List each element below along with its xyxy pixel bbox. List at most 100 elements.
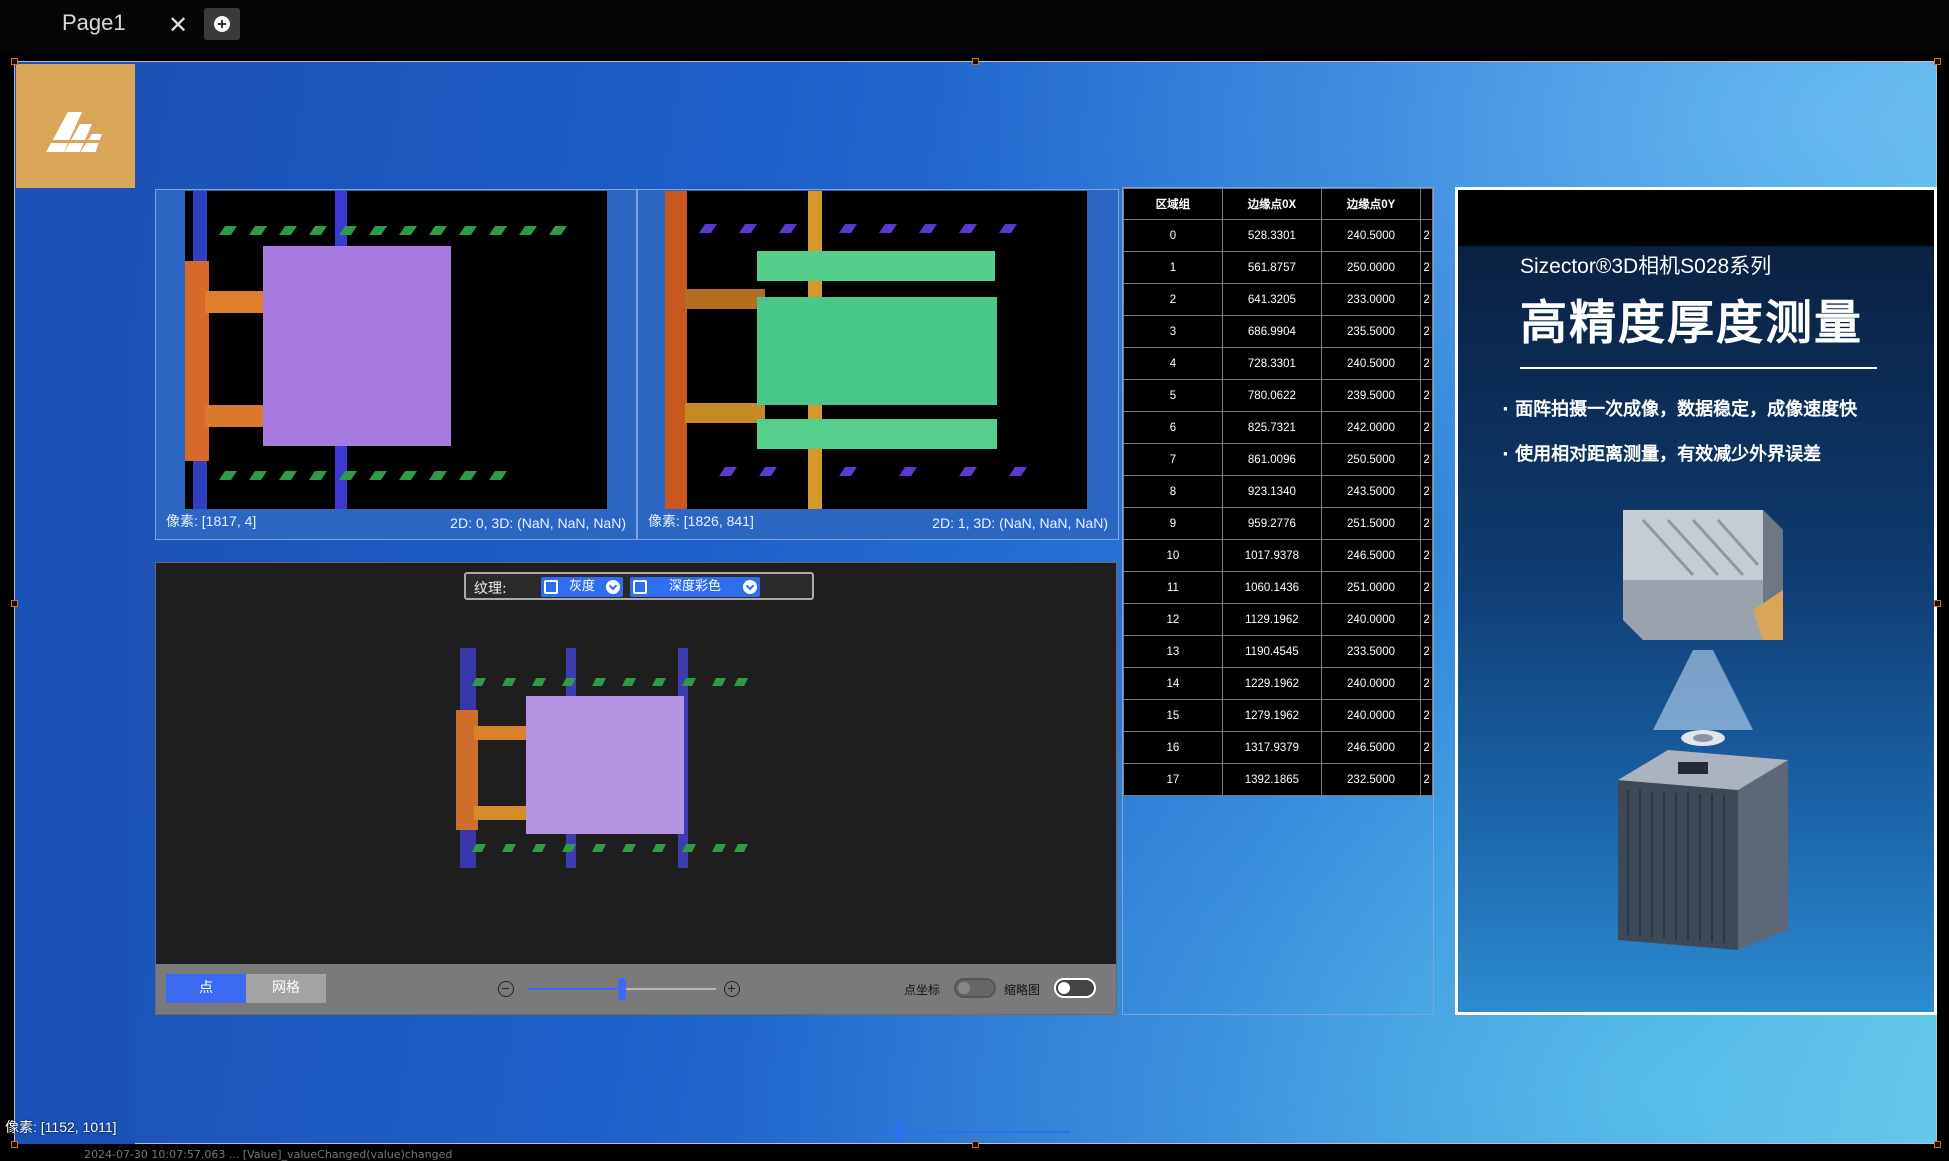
table-row[interactable]: 10 1017.9378 246.5000 2	[1123, 539, 1433, 572]
banner-bullet-1: · 面阵拍摄一次成像，数据稳定，成像速度快	[1502, 399, 1858, 420]
banner-bullet-2: · 使用相对距离测量，有效减少外界误差	[1502, 444, 1822, 465]
table-row[interactable]: 13 1190.4545 233.5000 2	[1123, 635, 1433, 668]
table-row[interactable]: 3 686.9904 235.5000 2	[1123, 315, 1433, 348]
close-icon[interactable]: ✕	[166, 10, 190, 40]
table-cell-partial: 2	[1420, 347, 1433, 380]
point-cloud-viewer[interactable]: 纹理: 灰度 深度彩色 点 网格 点坐标 缩略图	[155, 562, 1117, 1015]
table-cell: 233.5000	[1320, 635, 1422, 668]
table-row[interactable]: 14 1229.1962 240.0000 2	[1123, 667, 1433, 700]
table-row[interactable]: 12 1129.1962 240.0000 2	[1123, 603, 1433, 636]
table-cell: 240.0000	[1320, 603, 1422, 636]
table-cell: 16	[1123, 731, 1223, 764]
resize-handle-tr[interactable]	[1934, 58, 1941, 65]
chevron-down-icon[interactable]	[743, 580, 757, 594]
measured-part-image	[1618, 750, 1788, 950]
point-cloud-render	[456, 648, 748, 868]
table-cell: 233.0000	[1320, 283, 1422, 316]
resize-handle-left[interactable]	[11, 600, 18, 607]
point-mode-button[interactable]: 点	[166, 974, 246, 1003]
point-coord-toggle[interactable]	[954, 978, 996, 998]
table-cell: 0	[1123, 219, 1223, 252]
banner-subtitle: Sizector®3D相机S028系列	[1520, 255, 1772, 278]
table-cell: 1190.4545	[1221, 635, 1322, 668]
table-cell-partial: 2	[1420, 219, 1433, 252]
table-cell-partial: 2	[1420, 539, 1433, 572]
table-cell: 923.1340	[1221, 475, 1322, 508]
table-cell: 6	[1123, 411, 1223, 444]
logo-icon	[42, 112, 112, 157]
table-cell-partial: 2	[1420, 731, 1433, 764]
table-header-partial[interactable]	[1420, 188, 1433, 220]
table-row[interactable]: 7 861.0096 250.5000 2	[1123, 443, 1433, 476]
mesh-mode-button[interactable]: 网格	[246, 974, 326, 1003]
resize-handle-br[interactable]	[1934, 1141, 1941, 1148]
table-cell-partial: 2	[1420, 315, 1433, 348]
table-cell: 251.5000	[1320, 507, 1422, 540]
table-cell: 1017.9378	[1221, 539, 1322, 572]
table-header-2[interactable]: 边缘点0Y	[1320, 188, 1422, 220]
results-table-panel[interactable]: 区域组 边缘点0X 边缘点0Y 0 528.3301 240.5000 2 1 561.875…	[1122, 187, 1434, 1015]
table-row[interactable]: 11 1060.1436 251.0000 2	[1123, 571, 1433, 604]
table-row[interactable]: 15 1279.1962 240.0000 2	[1123, 699, 1433, 732]
results-table: 区域组 边缘点0X 边缘点0Y 0 528.3301 240.5000 2 1 561.875…	[1123, 188, 1433, 796]
light-beam-image	[1653, 650, 1753, 746]
tab-bar: Page1 ✕	[0, 0, 1949, 52]
table-cell: 528.3301	[1221, 219, 1322, 252]
resize-handle-right[interactable]	[1934, 600, 1941, 607]
table-cell: 232.5000	[1320, 763, 1422, 796]
table-cell: 1279.1962	[1221, 699, 1322, 732]
table-cell: 250.0000	[1320, 251, 1422, 284]
thumbnail-label: 缩略图	[1004, 983, 1041, 997]
zoom-slider-thumb[interactable]	[618, 978, 626, 1000]
table-row[interactable]: 9 959.2776 251.5000 2	[1123, 507, 1433, 540]
resize-handle-tl[interactable]	[11, 58, 18, 65]
table-row[interactable]: 4 728.3301 240.5000 2	[1123, 347, 1433, 380]
table-cell-partial: 2	[1420, 699, 1433, 732]
table-row[interactable]: 17 1392.1865 232.5000 2	[1123, 763, 1433, 796]
table-cell: 1392.1865	[1221, 763, 1322, 796]
resize-handle-bottom[interactable]	[972, 1141, 979, 1148]
viewer-toolbar: 点 网格 点坐标 缩略图	[156, 964, 1116, 1014]
table-row[interactable]: 8 923.1340 243.5000 2	[1123, 475, 1433, 508]
table-cell-partial: 2	[1420, 443, 1433, 476]
table-cell: 240.0000	[1320, 667, 1422, 700]
resize-handle-bl[interactable]	[11, 1141, 18, 1148]
resize-handle-top[interactable]	[972, 58, 979, 65]
table-cell: 959.2776	[1221, 507, 1322, 540]
camera-image	[1623, 510, 1783, 640]
table-cell: 15	[1123, 699, 1223, 732]
table-cell: 1317.9379	[1221, 731, 1322, 764]
pixel-readout-left: 像素: [1817, 4]	[166, 513, 257, 529]
table-row[interactable]: 1 561.8757 250.0000 2	[1123, 251, 1433, 284]
depth-image-left[interactable]	[185, 191, 607, 509]
zoom-out-icon[interactable]	[498, 981, 514, 997]
texture-depth-label: 深度彩色	[668, 579, 721, 594]
table-row[interactable]: 16 1317.9379 246.5000 2	[1123, 731, 1433, 764]
left-sidebar	[16, 64, 135, 1144]
thumbnail-toggle[interactable]	[1054, 978, 1096, 998]
bottom-slider-thumb[interactable]	[896, 1123, 903, 1141]
table-cell: 240.5000	[1320, 219, 1422, 252]
zoom-in-icon[interactable]	[724, 981, 740, 997]
table-cell: 4	[1123, 347, 1223, 380]
texture-gray-select[interactable]: 灰度	[541, 577, 623, 597]
depth-image-right[interactable]	[665, 191, 1087, 509]
table-cell: 12	[1123, 603, 1223, 636]
table-row[interactable]: 0 528.3301 240.5000 2	[1123, 219, 1433, 252]
tab-page1[interactable]: Page1	[62, 10, 126, 36]
table-row[interactable]: 2 641.3205 233.0000 2	[1123, 283, 1433, 316]
chevron-down-icon[interactable]	[606, 580, 620, 594]
banner-divider	[1520, 367, 1877, 369]
table-row[interactable]: 6 825.7321 242.0000 2	[1123, 411, 1433, 444]
table-row[interactable]: 5 780.0622 239.5000 2	[1123, 379, 1433, 412]
table-cell-partial: 2	[1420, 667, 1433, 700]
table-header-1[interactable]: 边缘点0X	[1221, 188, 1322, 220]
table-cell: 240.5000	[1320, 347, 1422, 380]
table-cell: 1229.1962	[1221, 667, 1322, 700]
add-tab-button[interactable]	[204, 8, 240, 40]
table-cell-partial: 2	[1420, 379, 1433, 412]
table-cell: 235.5000	[1320, 315, 1422, 348]
texture-depth-select[interactable]: 深度彩色	[630, 577, 760, 597]
table-header-0[interactable]: 区域组	[1123, 188, 1223, 220]
bottom-slider[interactable]	[880, 1131, 1070, 1133]
